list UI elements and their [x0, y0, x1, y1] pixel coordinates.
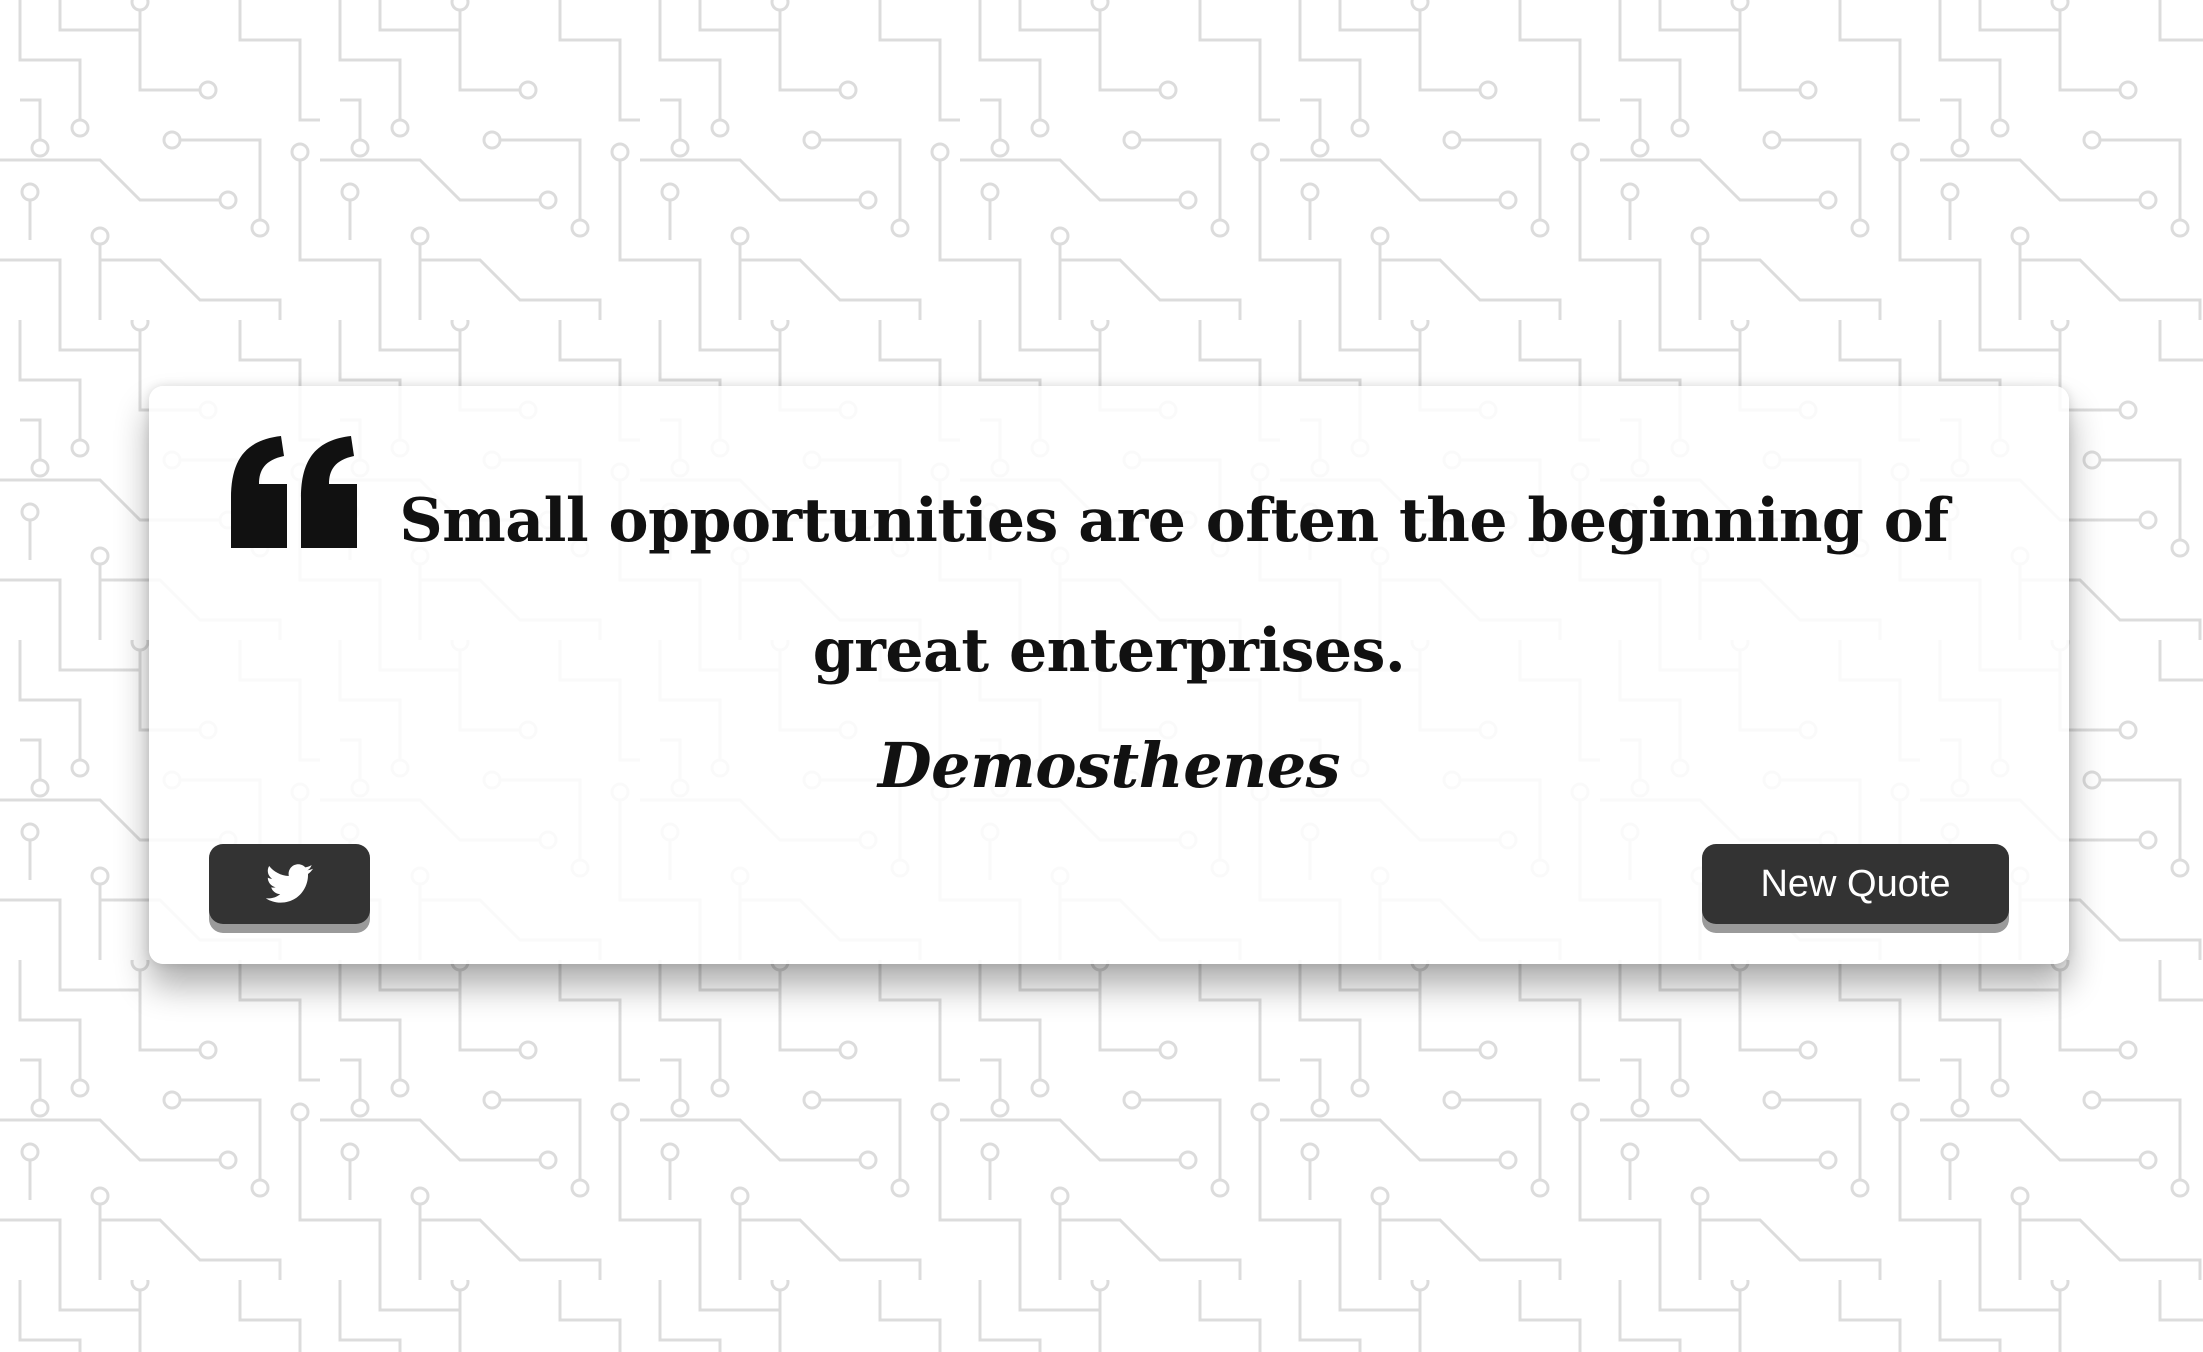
twitter-bird-icon [265, 864, 313, 903]
tweet-button[interactable] [209, 844, 370, 924]
new-quote-button[interactable]: New Quote [1702, 844, 2009, 924]
quote-author: Demosthenes [877, 729, 1341, 802]
quote-text: Small opportunities are often the beginn… [399, 486, 1949, 686]
quote-card: Small opportunities are often the beginn… [149, 386, 2069, 964]
